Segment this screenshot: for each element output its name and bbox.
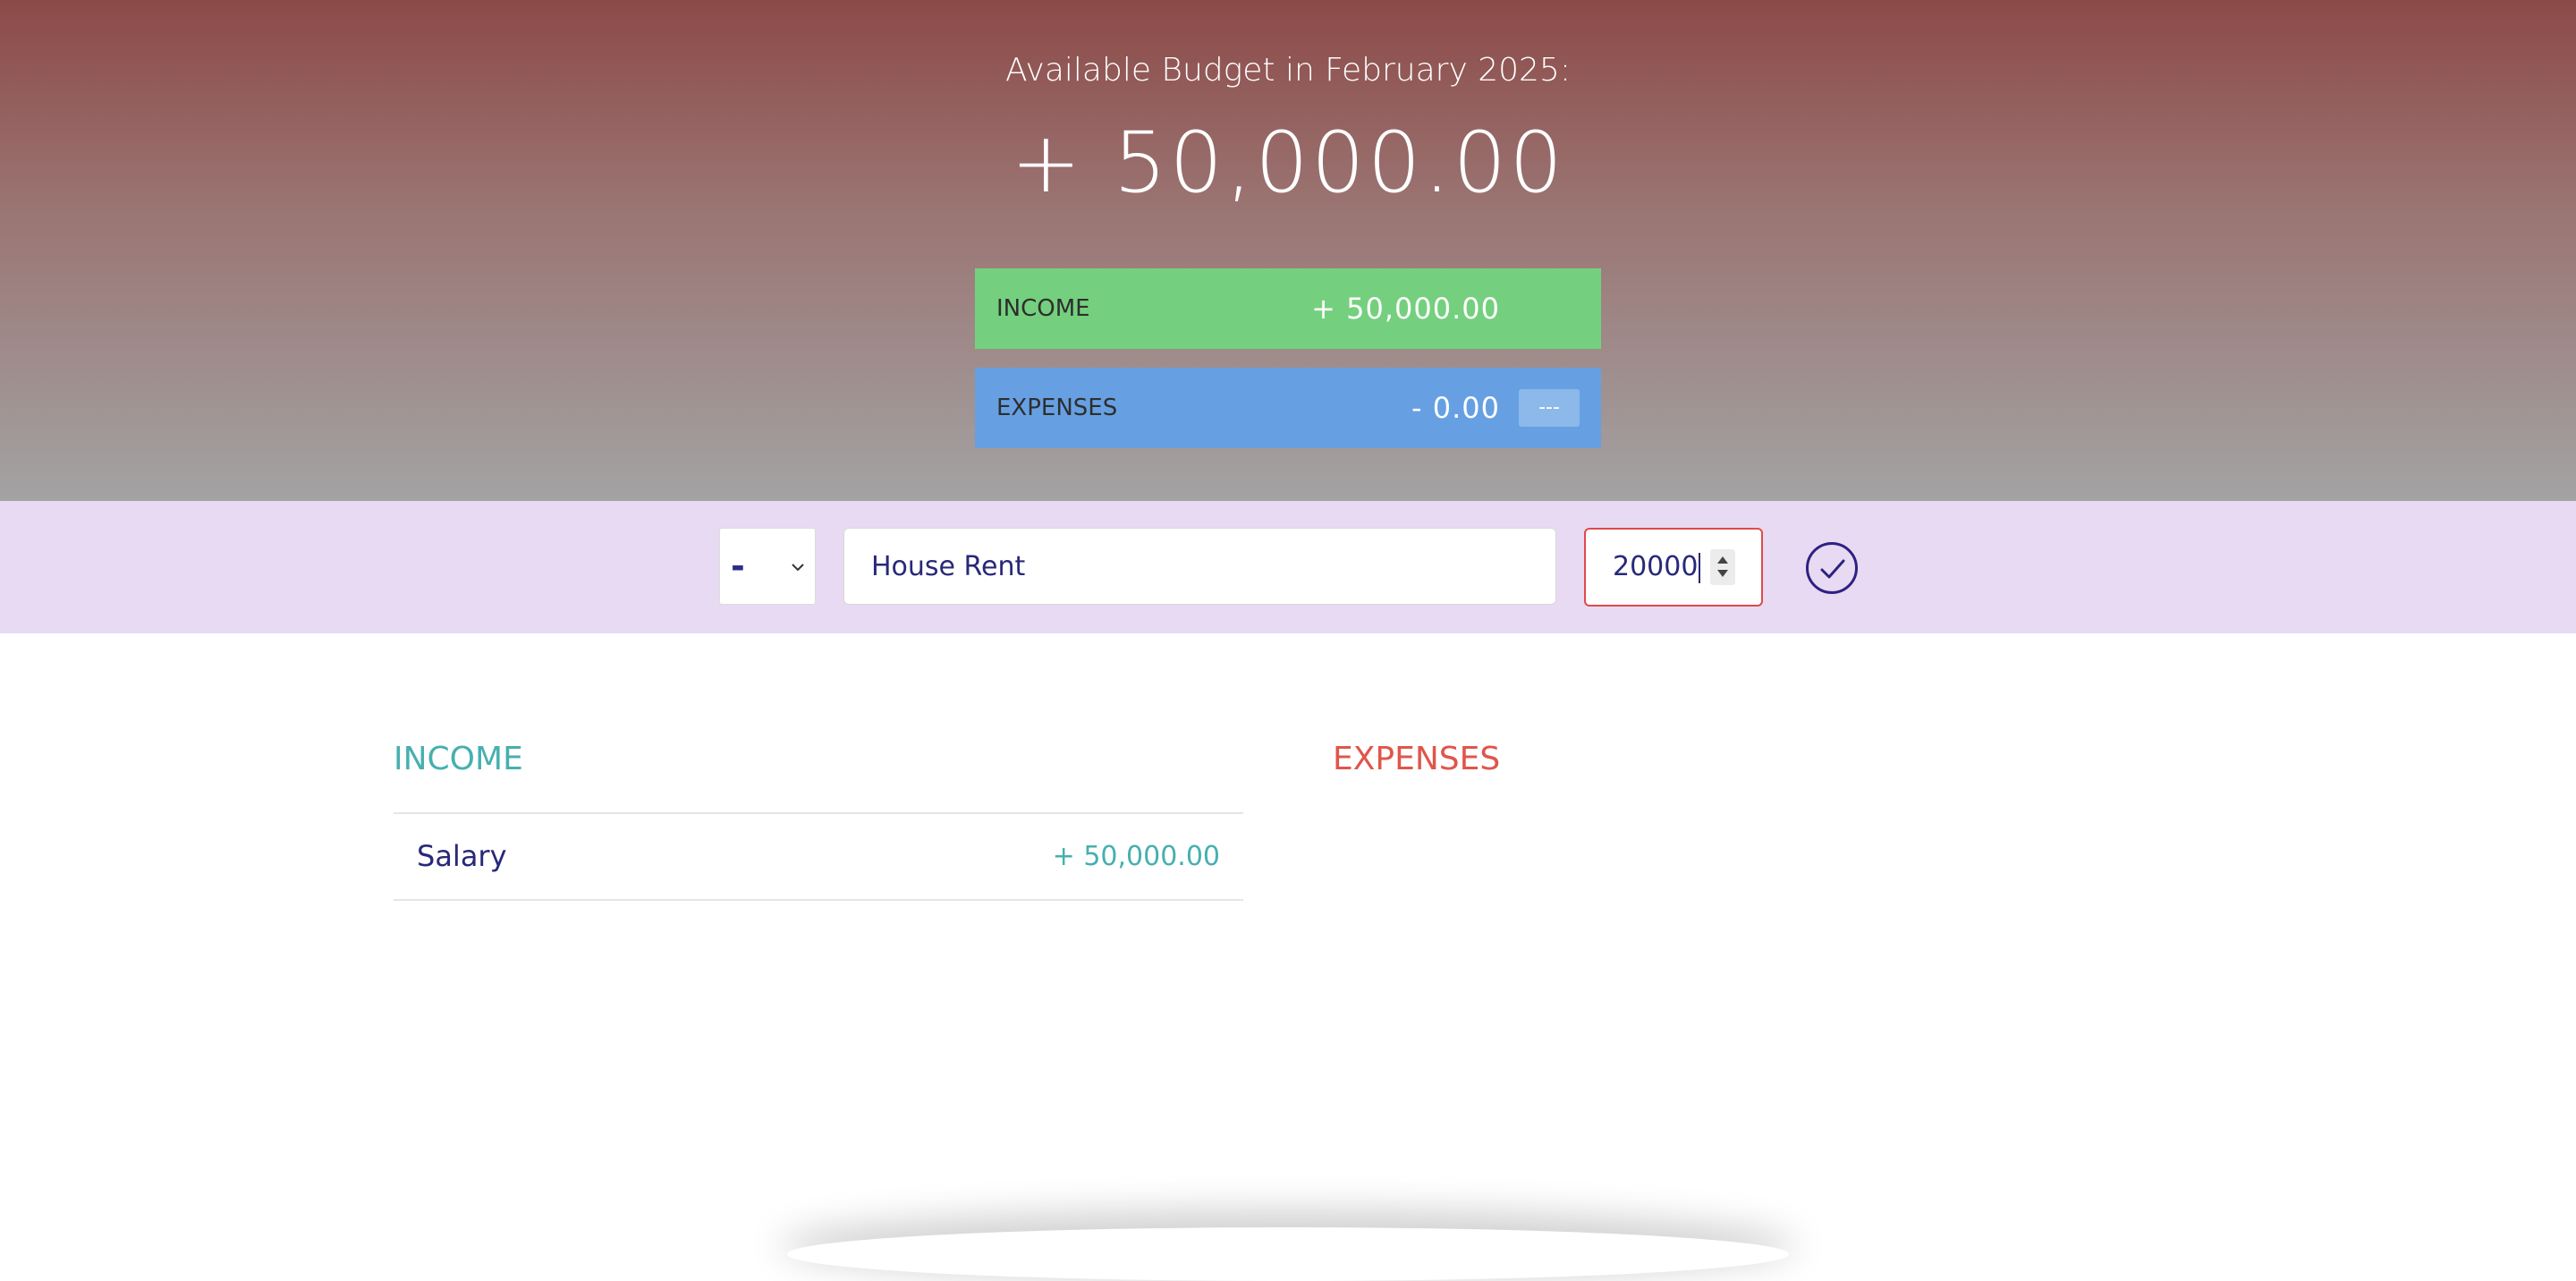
income-summary-value: + 50,000.00 xyxy=(1311,292,1500,326)
expenses-column: EXPENSES xyxy=(1333,741,2182,812)
income-list: Salary + 50,000.00 xyxy=(394,812,1243,901)
checkmark-icon xyxy=(1820,559,1845,579)
description-input[interactable] xyxy=(843,528,1556,605)
expenses-summary: EXPENSES - 0.00 --- xyxy=(975,368,1601,448)
expenses-summary-label: EXPENSES xyxy=(996,394,1118,421)
income-summary-label: INCOME xyxy=(996,295,1090,322)
type-select-value: - xyxy=(731,547,745,586)
list-item-value: + 50,000.00 xyxy=(1052,841,1220,872)
expenses-summary-value: - 0.00 xyxy=(1411,391,1500,425)
bottom-shadow xyxy=(787,1227,1789,1281)
income-summary: INCOME + 50,000.00 xyxy=(975,268,1601,349)
expenses-list-title: EXPENSES xyxy=(1333,741,1501,777)
stepper-down-icon[interactable] xyxy=(1717,570,1728,577)
stepper-up-icon[interactable] xyxy=(1717,556,1728,564)
list-item[interactable]: Salary + 50,000.00 xyxy=(394,814,1243,901)
budget-title: Available Budget in February 2025: xyxy=(1005,52,1571,89)
text-caret xyxy=(1699,552,1701,583)
income-column: INCOME Salary + 50,000.00 xyxy=(394,741,1243,901)
income-list-title: INCOME xyxy=(394,741,523,777)
budget-value: + 50,000.00 xyxy=(1010,115,1566,212)
add-item-button[interactable] xyxy=(1806,542,1858,594)
add-item-bar: - 20000 xyxy=(0,501,2576,633)
budget-header: Available Budget in February 2025: + 50,… xyxy=(0,0,2576,501)
amount-input-value: 20000 xyxy=(1613,551,1699,582)
chevron-down-icon xyxy=(792,564,804,572)
list-item-description: Salary xyxy=(417,839,507,873)
amount-input[interactable]: 20000 xyxy=(1584,528,1763,607)
type-select[interactable]: - xyxy=(719,528,816,605)
amount-stepper[interactable] xyxy=(1710,549,1735,585)
expenses-percentage-badge: --- xyxy=(1519,389,1580,427)
